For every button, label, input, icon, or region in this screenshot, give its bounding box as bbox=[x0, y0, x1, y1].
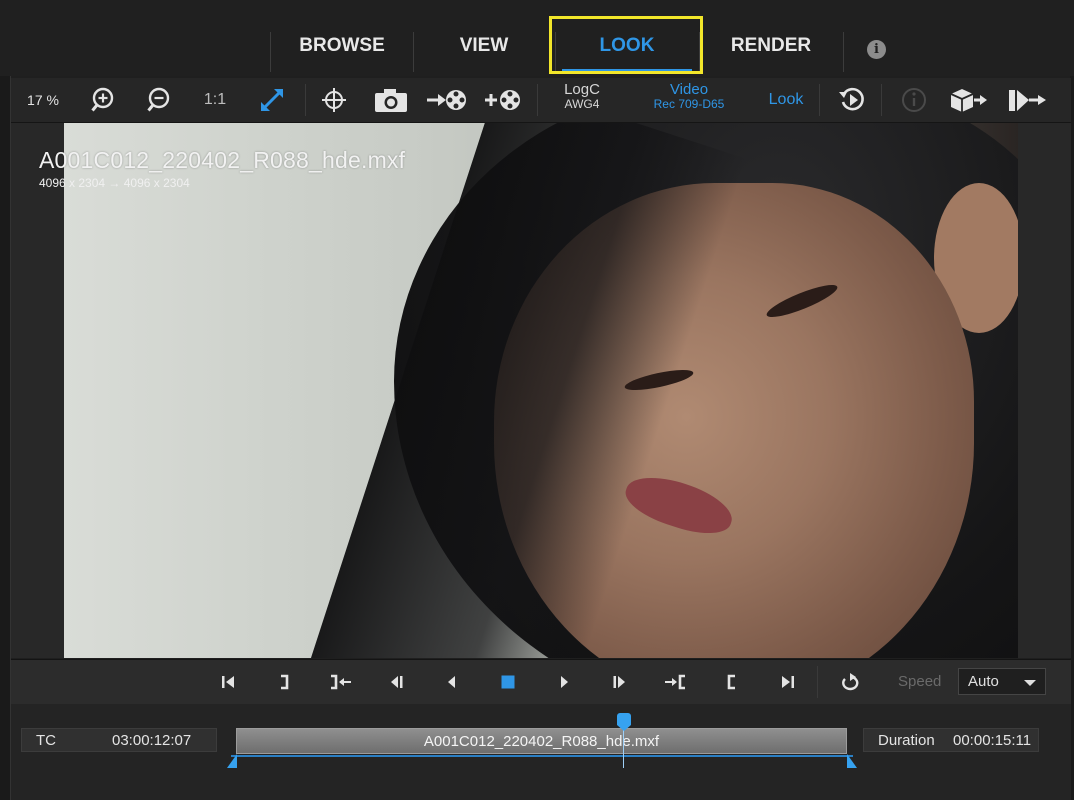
video-frame[interactable] bbox=[64, 123, 1018, 658]
tab-separator bbox=[843, 32, 844, 72]
clip-name-overlay: A001C012_220402_R088_hde.mxf bbox=[39, 147, 406, 173]
in-out-range-line bbox=[231, 755, 853, 757]
loop-icon bbox=[842, 673, 859, 691]
snapshot-button[interactable] bbox=[371, 78, 411, 122]
export-frame-button[interactable] bbox=[425, 78, 469, 122]
step-back-icon bbox=[391, 676, 403, 688]
play-button[interactable] bbox=[551, 660, 577, 704]
toolbar-separator bbox=[537, 84, 538, 116]
zoom-one-to-one-button[interactable]: 1:1 bbox=[197, 78, 233, 122]
zoom-out-button[interactable] bbox=[143, 78, 177, 122]
set-in-icon bbox=[665, 674, 685, 690]
info-icon[interactable]: i bbox=[867, 40, 886, 59]
export-cube-icon bbox=[950, 89, 987, 112]
chevron-down-icon bbox=[1024, 680, 1036, 686]
duration-value: 00:00:15:11 bbox=[953, 731, 1032, 749]
zoom-in-button[interactable] bbox=[87, 78, 121, 122]
output-colorspace-label: Video bbox=[669, 81, 709, 98]
set-out-icon bbox=[331, 674, 351, 690]
output-gamut-label: Rec 709-D65 bbox=[653, 97, 725, 111]
timeline-panel: TC 03:00:12:07 A001C012_220402_R088_hde.… bbox=[11, 704, 1071, 800]
tab-render-label: RENDER bbox=[730, 35, 812, 56]
stop-icon bbox=[501, 675, 515, 689]
in-point-marker[interactable] bbox=[227, 754, 237, 768]
zoom-level: 17 % bbox=[27, 92, 59, 108]
next-frame-button[interactable] bbox=[607, 660, 633, 704]
render-icon bbox=[1009, 90, 1046, 111]
zoom-out-icon bbox=[147, 87, 170, 112]
duration-field: Duration 00:00:15:11 bbox=[863, 728, 1039, 752]
timecode-value: 03:00:12:07 bbox=[112, 731, 192, 749]
add-frame-icon bbox=[485, 90, 520, 110]
transport-bar: Speed Auto bbox=[11, 659, 1071, 705]
timecode-field: TC 03:00:12:07 bbox=[21, 728, 217, 752]
export-cube-button[interactable] bbox=[947, 78, 989, 122]
viewer-toolbar: 17 % 1:1 LogC AWG4 Video Rec 709-D65 Loo… bbox=[11, 78, 1071, 123]
fit-icon bbox=[261, 89, 283, 111]
clip-resolution-overlay: 4096 x 2304 → 4096 x 2304 bbox=[39, 176, 190, 190]
fit-to-window-button[interactable] bbox=[255, 78, 289, 122]
out-point-marker[interactable] bbox=[847, 754, 857, 768]
speed-value: Auto bbox=[968, 673, 999, 690]
look-toggle-label: Look bbox=[768, 91, 804, 108]
playhead-handle[interactable] bbox=[617, 713, 631, 731]
go-to-start-icon bbox=[222, 676, 234, 688]
step-forward-icon bbox=[613, 676, 625, 688]
timecode-label: TC bbox=[36, 731, 56, 749]
toolbar-separator bbox=[819, 84, 820, 116]
tab-separator bbox=[270, 32, 271, 72]
history-icon bbox=[839, 87, 864, 111]
set-out-point-button[interactable] bbox=[327, 660, 355, 704]
crosshair-button[interactable] bbox=[317, 78, 351, 122]
tab-browse-label: BROWSE bbox=[299, 35, 385, 56]
tab-render[interactable]: RENDER bbox=[700, 18, 842, 74]
toolbar-separator bbox=[881, 84, 882, 116]
toolbar-separator bbox=[305, 84, 306, 116]
look-toggle-button[interactable]: Look bbox=[759, 78, 813, 122]
go-to-end-button[interactable] bbox=[775, 660, 801, 704]
duration-label: Duration bbox=[878, 731, 935, 749]
crosshair-icon bbox=[322, 88, 346, 112]
render-button[interactable] bbox=[1005, 78, 1051, 122]
tab-view[interactable]: VIEW bbox=[414, 18, 554, 74]
timeline-clip-bar[interactable]: A001C012_220402_R088_hde.mxf bbox=[236, 728, 847, 754]
play-reverse-icon bbox=[448, 676, 455, 688]
clip-info-button[interactable] bbox=[897, 78, 931, 122]
output-colorspace-button[interactable]: Video Rec 709-D65 bbox=[643, 82, 735, 112]
input-colorspace-label: LogC bbox=[564, 81, 600, 98]
tab-browse[interactable]: BROWSE bbox=[272, 18, 412, 74]
tab-look-highlight-box bbox=[549, 16, 703, 74]
set-in-point-button[interactable] bbox=[661, 660, 689, 704]
tab-view-label: VIEW bbox=[459, 35, 509, 56]
info-icon bbox=[902, 88, 926, 112]
left-edge-panel bbox=[0, 76, 11, 800]
export-frame-icon bbox=[427, 90, 466, 110]
zoom-in-icon bbox=[91, 87, 114, 112]
camera-icon bbox=[375, 89, 407, 112]
loop-button[interactable] bbox=[837, 660, 865, 704]
go-to-in-button[interactable] bbox=[719, 660, 745, 704]
play-reverse-button[interactable] bbox=[439, 660, 465, 704]
add-frame-button[interactable] bbox=[481, 78, 525, 122]
bracket-left-icon bbox=[727, 674, 735, 690]
previous-frame-button[interactable] bbox=[383, 660, 409, 704]
speed-label: Speed bbox=[898, 673, 942, 690]
input-colorspace-button[interactable]: LogC AWG4 bbox=[557, 82, 607, 112]
top-tab-bar: BROWSE VIEW LOOK RENDER i bbox=[0, 0, 1074, 76]
go-to-end-icon bbox=[782, 676, 794, 688]
input-gamut-label: AWG4 bbox=[564, 97, 600, 111]
image-viewer[interactable]: A001C012_220402_R088_hde.mxf 4096 x 2304… bbox=[11, 123, 1071, 658]
stop-button[interactable] bbox=[495, 660, 521, 704]
transport-separator bbox=[817, 666, 818, 698]
go-to-out-button[interactable] bbox=[271, 660, 297, 704]
speed-dropdown[interactable]: Auto bbox=[958, 668, 1046, 695]
playhead-line bbox=[623, 728, 624, 768]
history-button[interactable] bbox=[835, 78, 869, 122]
bracket-right-icon bbox=[281, 674, 289, 690]
play-icon bbox=[561, 676, 568, 688]
go-to-start-button[interactable] bbox=[215, 660, 241, 704]
